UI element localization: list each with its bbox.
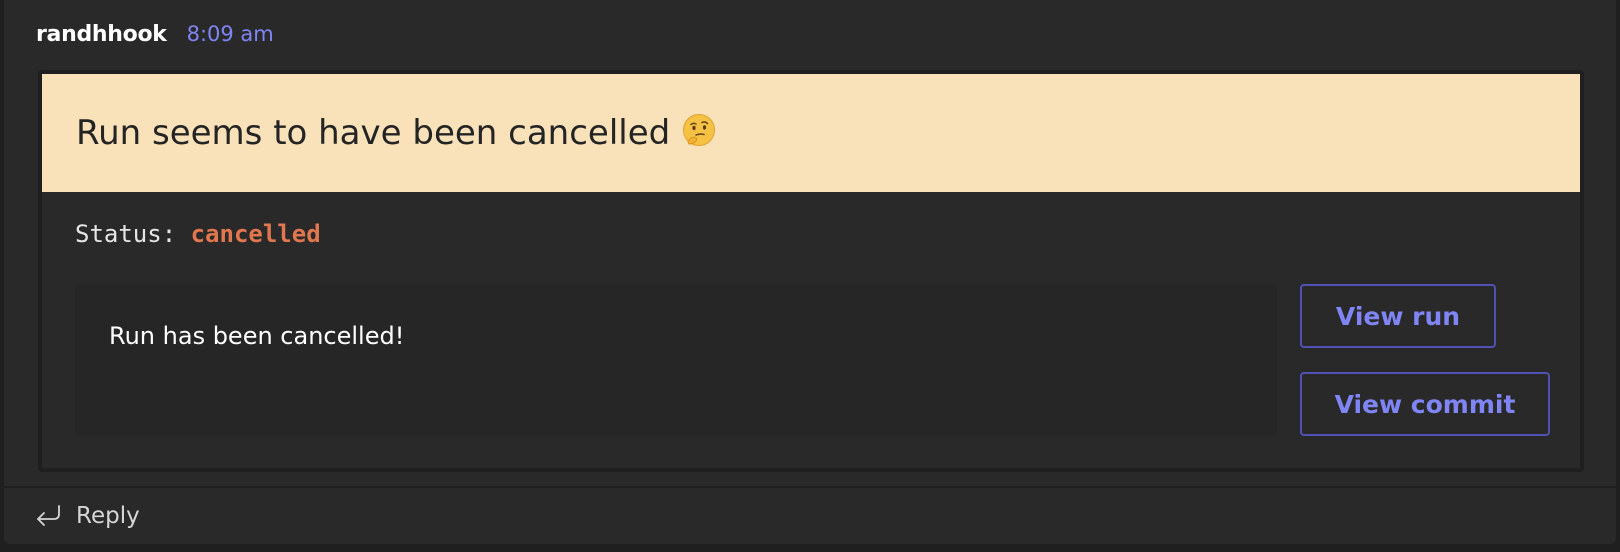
banner-title: Run seems to have been cancelled — [76, 113, 671, 153]
footer-divider — [4, 486, 1616, 488]
view-run-button[interactable]: View run — [1300, 284, 1496, 348]
reply-label: Reply — [76, 503, 140, 529]
message-text: Run has been cancelled! — [109, 322, 405, 350]
reply-arrow-icon — [32, 500, 64, 532]
status-line: Status: cancelled — [75, 220, 321, 248]
message-header: randhhook 8:09 am — [36, 22, 274, 56]
reply-button[interactable]: Reply — [32, 500, 140, 532]
status-value: cancelled — [190, 220, 321, 248]
thinking-face-icon — [682, 113, 716, 147]
message-container: randhhook 8:09 am Run seems to have been… — [4, 0, 1616, 544]
adaptive-card: Run seems to have been cancelled Status:… — [38, 70, 1584, 472]
author-name[interactable]: randhhook — [36, 22, 167, 47]
view-commit-button[interactable]: View commit — [1300, 372, 1550, 436]
message-timestamp: 8:09 am — [186, 22, 274, 46]
message-box: Run has been cancelled! — [75, 284, 1277, 436]
card-banner: Run seems to have been cancelled — [42, 74, 1580, 192]
status-label: Status: — [75, 220, 191, 248]
